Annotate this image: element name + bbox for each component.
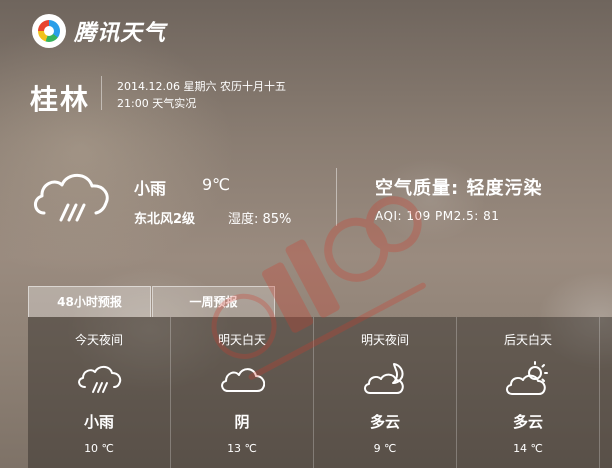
forecast-temperature: 13 ℃ (227, 442, 257, 455)
air-quality-divider (336, 168, 337, 226)
forecast-period: 明天白天 (217, 333, 266, 347)
current-temperature: 9℃ (202, 175, 231, 194)
forecast-item[interactable]: 后天白天 多云 14 ℃ (457, 317, 600, 468)
forecast-temperature: 10 ℃ (84, 442, 114, 455)
forecast-temperature: 9 ℃ (373, 442, 397, 455)
current-condition: 小雨 (134, 179, 167, 198)
cloud-rain-icon (34, 173, 109, 222)
tab-week[interactable]: 一周预报 (152, 286, 275, 317)
header-divider (101, 76, 102, 110)
wind-info: 东北风2级 (134, 212, 196, 227)
city-name: 桂林 (30, 83, 91, 116)
forecast-tabs: 48小时预报 一周预报 (28, 286, 275, 317)
humidity-info: 湿度: 85% (228, 212, 292, 227)
forecast-condition: 多云 (512, 413, 543, 431)
moon-cloud-icon (364, 363, 404, 394)
cloud-icon (221, 368, 265, 392)
forecast-item[interactable]: 明天白天 阴 13 ℃ (171, 317, 314, 468)
forecast-temperature: 14 ℃ (513, 442, 543, 455)
date-line: 2014.12.06 星期六 农历十月十五 (117, 80, 286, 93)
forecast-item[interactable]: 明天夜间 多云 9 ℃ (314, 317, 457, 468)
forecast-period: 今天夜间 (74, 333, 123, 347)
forecast-panel: 今天夜间 小雨 10 ℃ 明天白天 阴 13 ℃ 明天夜间 多云 9 ℃ 后天白… (28, 317, 612, 468)
forecast-condition: 多云 (369, 413, 400, 431)
time-line: 21:00 天气实况 (117, 97, 197, 110)
brand-name: 腾讯天气 (74, 21, 167, 46)
brand-logo[interactable]: 腾讯天气 (32, 12, 166, 50)
air-quality-title: 空气质量: 轻度污染 (375, 178, 543, 199)
sun-cloud-icon (506, 361, 548, 395)
forecast-condition: 小雨 (83, 413, 114, 431)
forecast-period: 后天白天 (503, 333, 552, 347)
tab-48-hour[interactable]: 48小时预报 (28, 286, 151, 317)
date-info: 2014.12.06 星期六 农历十月十五 21:00 天气实况 (117, 78, 286, 112)
cloud-rain-icon (78, 365, 122, 393)
forecast-condition: 阴 (234, 413, 250, 431)
air-quality-detail: AQI: 109 PM2.5: 81 (375, 209, 500, 223)
forecast-item[interactable]: 今天夜间 小雨 10 ℃ (28, 317, 171, 468)
tencent-logo-icon (32, 14, 66, 48)
forecast-period: 明天夜间 (360, 333, 409, 347)
